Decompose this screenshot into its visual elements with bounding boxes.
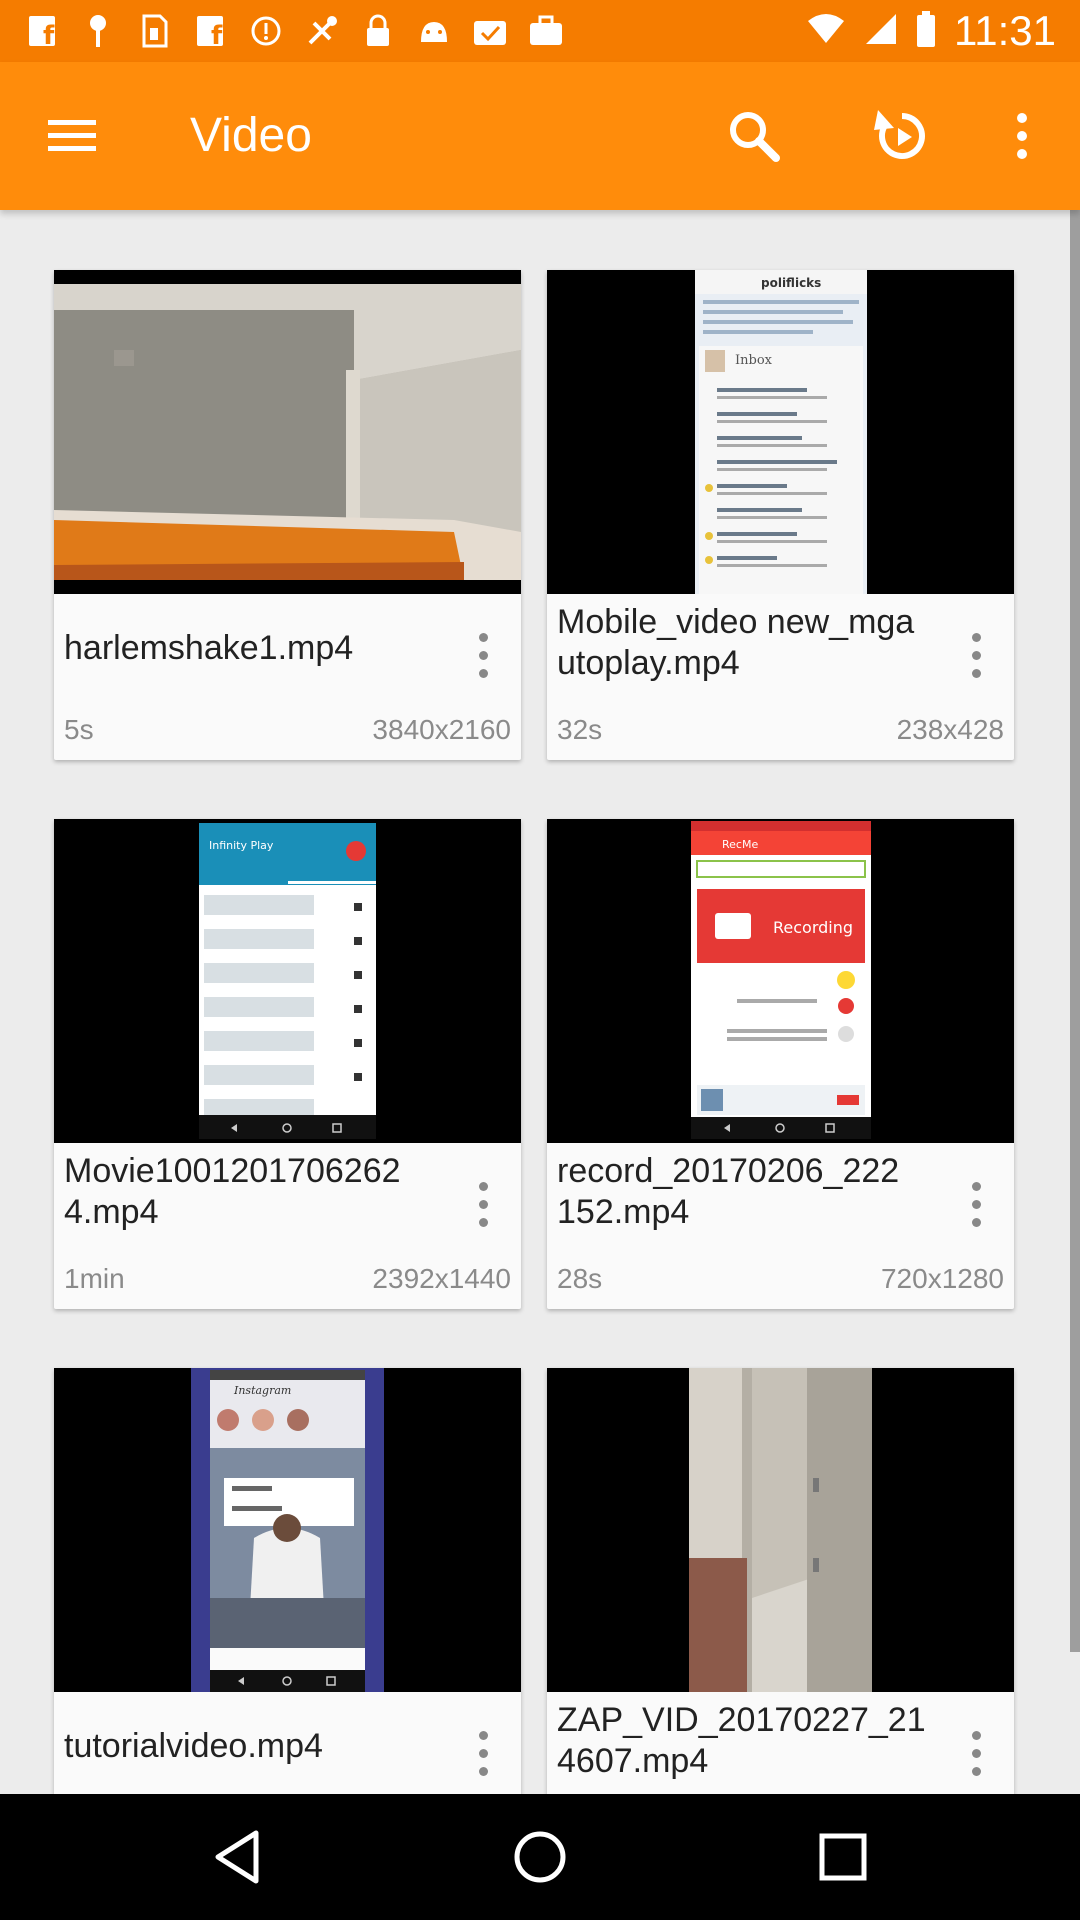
svg-text:f: f [43,21,55,48]
video-resolution: 2392x1440 [372,1263,511,1294]
thumb-recording-label: Recording [773,918,853,937]
video-resolution: 720x1280 [880,1263,1004,1294]
battery-icon [916,10,936,52]
video-grid[interactable]: harlemshake1.mp4 5s 3840x2160 poliflicks… [0,210,1080,1794]
recents-square-icon[interactable] [808,1822,878,1892]
video-resolution: 3840x2160 [372,714,511,745]
svg-text:f: f [211,21,223,48]
thumb-app-name: Infinity Play [209,839,274,852]
clock: 11:31 [954,7,1056,54]
video-card[interactable]: poliflicks Inbox Mobile_video new_mgauto… [547,270,1014,760]
wifi-icon [806,13,846,50]
sim-icon [136,13,172,49]
page-title: Video [190,109,312,162]
status-bar: f f 11:31 [0,0,1080,62]
scrollbar[interactable] [1070,210,1080,1652]
hamburger-menu-icon[interactable] [34,98,110,174]
video-card[interactable]: Infinity Play Movie1001201706262 4.mp4 1… [54,819,521,1309]
notification-icons: f f [24,8,564,54]
video-duration: 32s [557,714,603,745]
video-duration: 5s [64,714,94,745]
video-title: Mobile_video new_mgautoplay.mp4 [557,603,915,682]
more-options-icon[interactable] [463,620,503,690]
home-circle-icon[interactable] [505,1822,575,1892]
thumb-inbox-label: Inbox [735,353,773,368]
video-title: ZAP_VID_20170227_21 4607.mp4 [557,1701,926,1780]
video-card[interactable]: ZAP_VID_20170227_21 4607.mp4 [547,1368,1014,1794]
video-title: record_20170206_222 152.mp4 [557,1152,900,1231]
video-thumbnail[interactable] [54,270,521,594]
android-icon [416,13,452,49]
video-duration: 1min [64,1263,125,1294]
thumb-app-name: Instagram [233,1384,291,1397]
video-title: tutorialvideo.mp4 [64,1727,323,1765]
facebook-icon: f [24,13,60,49]
video-thumbnail[interactable]: poliflicks Inbox [547,270,1014,594]
thumb-app-name: poliflicks [761,276,821,290]
more-options-icon[interactable] [956,620,996,690]
thumb-app-name: RecMe [722,838,758,851]
video-thumbnail[interactable]: RecMe Recording [547,819,1014,1143]
more-options-icon[interactable] [463,1169,503,1239]
video-card[interactable]: RecMe Recording record_20170206_222 152.… [547,819,1014,1309]
video-thumbnail[interactable]: Instagram [54,1368,521,1692]
refresh-icon[interactable] [864,98,940,174]
video-card[interactable]: harlemshake1.mp4 5s 3840x2160 [54,270,521,760]
system-indicators: 11:31 [806,7,1056,54]
briefcase-icon [528,13,564,49]
video-duration: 28s [557,1263,603,1294]
video-thumbnail[interactable]: Infinity Play [54,819,521,1143]
more-vert-icon[interactable] [984,98,1060,174]
pin-icon [80,13,116,49]
facebook-icon: f [192,13,228,49]
video-title: Movie1001201706262 4.mp4 [64,1152,401,1231]
more-options-icon[interactable] [463,1718,503,1788]
fake-gps-icon [304,13,340,49]
lock-icon [360,13,396,49]
video-thumbnail[interactable] [547,1368,1014,1692]
info-icon [248,13,284,49]
signal-icon [864,12,898,51]
more-options-icon[interactable] [956,1169,996,1239]
search-icon[interactable] [716,98,792,174]
video-card[interactable]: Instagram tutorialvideo.mp4 [54,1368,521,1794]
video-title: harlemshake1.mp4 [64,629,354,667]
app-bar: Video [0,62,1080,210]
back-triangle-icon[interactable] [202,1822,272,1892]
task-icon [472,13,508,49]
more-options-icon[interactable] [956,1718,996,1788]
video-resolution: 238x428 [896,714,1004,745]
navigation-bar [0,1794,1080,1920]
